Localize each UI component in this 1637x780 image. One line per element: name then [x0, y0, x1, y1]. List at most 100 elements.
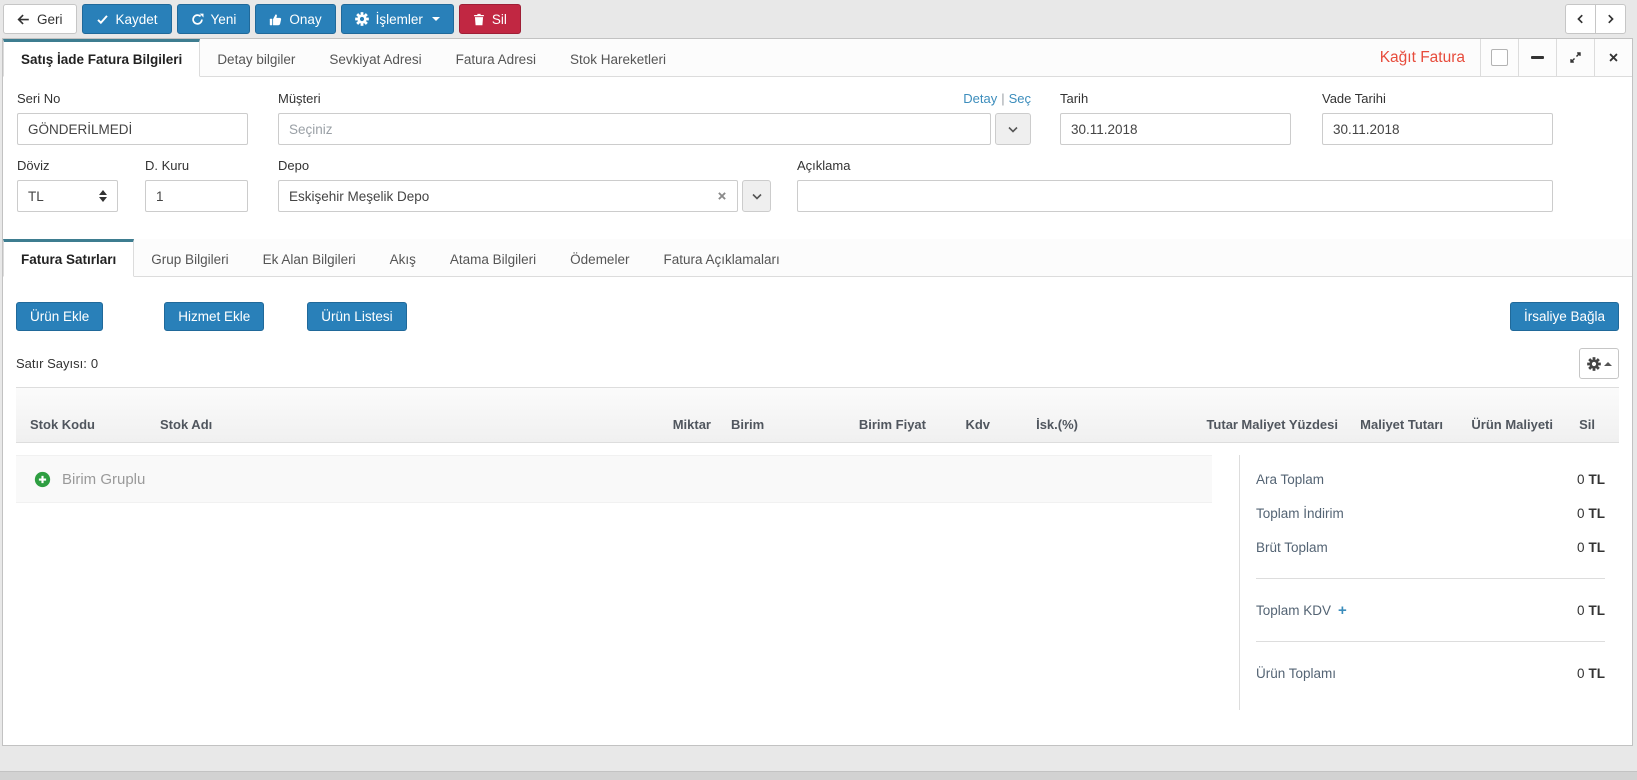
line-actions: Ürün Ekle Hizmet Ekle Ürün Listesi İrsal… — [16, 302, 1619, 331]
chevron-down-icon — [432, 17, 440, 21]
total-label: Brüt Toplam — [1256, 540, 1328, 555]
prev-record-button[interactable] — [1565, 4, 1596, 34]
aciklama-input[interactable] — [797, 180, 1553, 212]
clear-icon[interactable] — [717, 191, 727, 201]
chevron-down-icon — [1008, 126, 1018, 133]
depo-value: Eskişehir Meşelik Depo — [289, 189, 429, 204]
tab-ek-alan-bilgileri[interactable]: Ek Alan Bilgileri — [246, 239, 373, 276]
chevron-left-icon — [1575, 13, 1586, 25]
depo-dropdown-button[interactable] — [742, 180, 771, 212]
delete-button[interactable]: Sil — [459, 4, 521, 34]
window-tabbar: Satış İade Fatura Bilgileri Detay bilgil… — [3, 39, 1632, 77]
invoice-lines-panel: Ürün Ekle Hizmet Ekle Ürün Listesi İrsal… — [3, 277, 1632, 710]
d-kuru-input[interactable] — [145, 180, 248, 212]
total-row-brut-toplam: Brüt Toplam 0 TL — [1256, 530, 1605, 564]
vade-tarihi-label: Vade Tarihi — [1322, 91, 1553, 106]
detail-tabbar: Fatura Satırları Grup Bilgileri Ek Alan … — [3, 239, 1632, 277]
depo-select[interactable]: Eskişehir Meşelik Depo — [278, 180, 738, 212]
product-list-button[interactable]: Ürün Listesi — [307, 302, 406, 331]
add-kdv-icon[interactable]: + — [1338, 602, 1347, 619]
paper-invoice-checkbox[interactable] — [1480, 39, 1518, 76]
seri-no-input[interactable] — [17, 113, 248, 145]
tab-akis[interactable]: Akış — [373, 239, 433, 276]
musteri-select[interactable]: Seçiniz — [278, 113, 991, 145]
col-stok-kodu: Stok Kodu — [30, 417, 160, 433]
doviz-select[interactable]: TL — [17, 180, 118, 212]
tab-fatura-adresi[interactable]: Fatura Adresi — [439, 39, 553, 76]
grid-header: Stok Kodu Stok Adı Miktar Birim Birim Fi… — [16, 387, 1619, 443]
close-button[interactable] — [1594, 39, 1632, 76]
tab-odemeler[interactable]: Ödemeler — [553, 239, 646, 276]
caret-up-icon — [1604, 362, 1612, 366]
approve-label: Onay — [289, 12, 321, 27]
save-button[interactable]: Kaydet — [82, 4, 172, 34]
tab-fatura-aciklamalari[interactable]: Fatura Açıklamaları — [646, 239, 796, 276]
doviz-group: Döviz TL — [17, 158, 118, 212]
depo-group: Depo Eskişehir Meşelik Depo — [278, 158, 771, 212]
add-service-button[interactable]: Hizmet Ekle — [164, 302, 264, 331]
tab-sevkiyat-adresi[interactable]: Sevkiyat Adresi — [312, 39, 438, 76]
plus-circle-icon — [34, 471, 51, 488]
back-button[interactable]: Geri — [3, 4, 77, 34]
row-count-label: Satır Sayısı: — [16, 356, 87, 371]
totals-panel: Ara Toplam 0TL Toplam İndirim 0TL Brüt T… — [1239, 455, 1619, 710]
tab-grup-bilgileri[interactable]: Grup Bilgileri — [134, 239, 245, 276]
invoice-window: Satış İade Fatura Bilgileri Detay bilgil… — [2, 38, 1633, 746]
link-dispatch-button[interactable]: İrsaliye Bağla — [1510, 302, 1619, 331]
tab-stok-hareketleri[interactable]: Stok Hareketleri — [553, 39, 683, 76]
add-product-button[interactable]: Ürün Ekle — [16, 302, 103, 331]
total-currency: TL — [1589, 540, 1606, 555]
doviz-label: Döviz — [17, 158, 118, 173]
total-label: Ürün Toplamı — [1256, 666, 1336, 681]
d-kuru-label: D. Kuru — [145, 158, 248, 173]
minus-icon — [1531, 56, 1544, 59]
approve-button[interactable]: Onay — [255, 4, 335, 34]
tarih-input[interactable] — [1060, 113, 1291, 145]
refresh-icon — [191, 13, 204, 26]
maximize-button[interactable] — [1556, 39, 1594, 76]
check-icon — [96, 13, 109, 26]
unit-group-label: Birim Gruplu — [62, 471, 145, 488]
total-currency: TL — [1589, 603, 1606, 618]
new-button[interactable]: Yeni — [177, 4, 251, 34]
col-stok-adi: Stok Adı — [160, 417, 631, 433]
tab-detay-bilgiler[interactable]: Detay bilgiler — [200, 39, 312, 76]
close-icon — [1608, 52, 1619, 63]
musteri-detay-link[interactable]: Detay — [963, 91, 997, 106]
unit-group-row[interactable]: Birim Gruplu — [16, 455, 1212, 503]
paper-invoice-label: Kağıt Fatura — [1365, 39, 1480, 76]
tab-satis-iade-fatura-bilgileri[interactable]: Satış İade Fatura Bilgileri — [3, 39, 200, 77]
tab-atama-bilgileri[interactable]: Atama Bilgileri — [433, 239, 553, 276]
total-value: 0 — [1577, 540, 1585, 555]
depo-label: Depo — [278, 158, 771, 173]
total-currency: TL — [1589, 472, 1606, 487]
total-value: 0 — [1577, 472, 1585, 487]
vade-tarihi-group: Vade Tarihi — [1322, 91, 1553, 145]
vade-tarihi-input[interactable] — [1322, 113, 1553, 145]
total-value: 0 — [1577, 666, 1585, 681]
grid-rows-area: Birim Gruplu — [16, 455, 1212, 503]
invoice-header-form: Seri No Müşteri Detay|Seç Seçiniz — [3, 77, 1632, 212]
window-bottom-edge — [0, 771, 1637, 780]
delete-label: Sil — [492, 12, 507, 27]
totals-separator — [1256, 578, 1605, 579]
tab-fatura-satirlari[interactable]: Fatura Satırları — [3, 239, 134, 277]
col-iskonto: İsk.(%) — [990, 417, 1078, 433]
grid-settings-button[interactable] — [1579, 348, 1619, 379]
col-sil: Sil — [1553, 417, 1595, 433]
up-down-icon — [99, 190, 107, 202]
total-label: Ara Toplam — [1256, 472, 1324, 487]
next-record-button[interactable] — [1595, 4, 1626, 34]
col-tutar: Tutar — [1078, 417, 1238, 433]
col-miktar: Miktar — [631, 417, 711, 433]
gear-icon — [355, 12, 369, 26]
actions-button[interactable]: İşlemler — [341, 4, 454, 34]
minimize-button[interactable] — [1518, 39, 1556, 76]
col-birim: Birim — [711, 417, 806, 433]
expand-icon — [1569, 51, 1582, 64]
col-birim-fiyat: Birim Fiyat — [806, 417, 926, 433]
doviz-value: TL — [28, 189, 44, 204]
total-row-ara-toplam: Ara Toplam 0 TL — [1256, 462, 1605, 496]
musteri-sec-link[interactable]: Seç — [1009, 91, 1031, 106]
musteri-dropdown-button[interactable] — [995, 113, 1031, 145]
